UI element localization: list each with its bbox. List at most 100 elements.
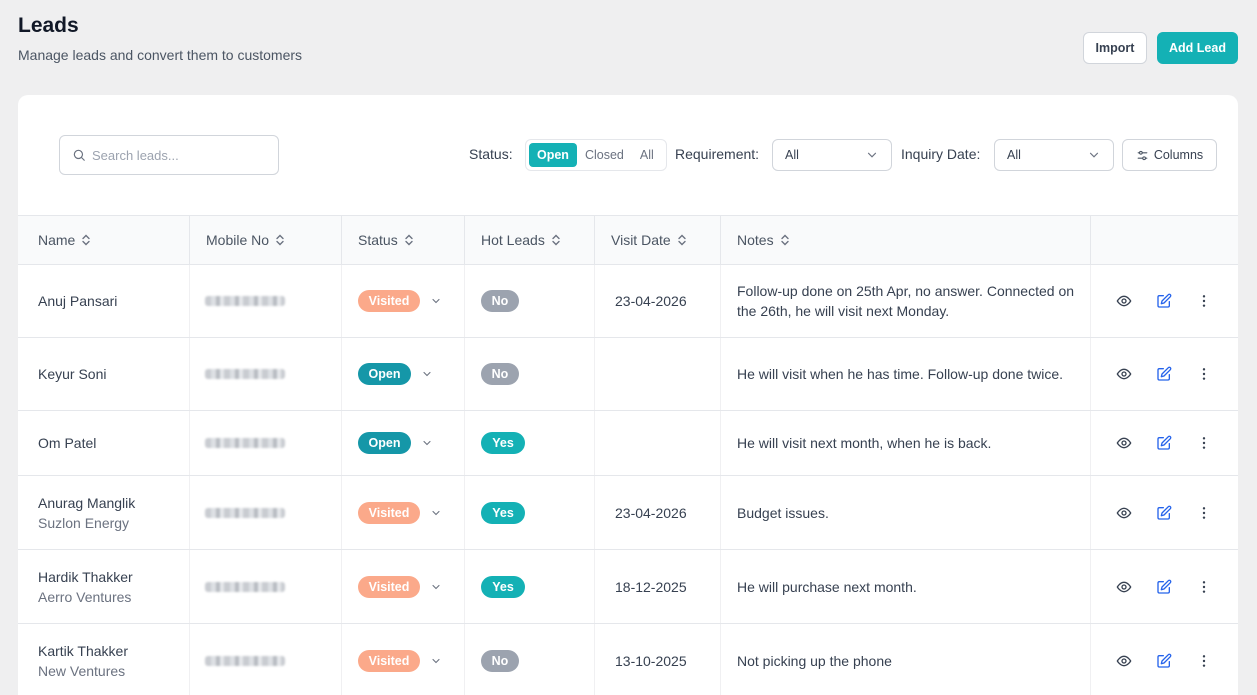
status-option-open[interactable]: Open xyxy=(529,143,577,167)
edit-icon[interactable] xyxy=(1156,653,1172,669)
status-badge: Open xyxy=(358,432,411,454)
chevron-down-icon[interactable] xyxy=(421,368,433,380)
column-header-visit-date[interactable]: Visit Date xyxy=(595,216,721,264)
status-filter-label: Status: xyxy=(469,146,513,162)
cell-visit-date: 23-04-2026 xyxy=(595,476,721,549)
cell-hot-lead: No xyxy=(465,265,595,337)
eye-icon[interactable] xyxy=(1116,293,1132,309)
cell-actions xyxy=(1091,338,1238,410)
cell-status: Visited xyxy=(342,265,465,337)
column-header-status[interactable]: Status xyxy=(342,216,465,264)
status-badge: Visited xyxy=(358,650,420,672)
cell-name: Kartik Thakker New Ventures xyxy=(18,624,190,695)
more-vertical-icon[interactable] xyxy=(1196,579,1212,595)
inquiry-date-select[interactable]: All xyxy=(994,139,1114,171)
column-header-hot-leads[interactable]: Hot Leads xyxy=(465,216,595,264)
column-header-label: Name xyxy=(38,232,76,248)
eye-icon[interactable] xyxy=(1116,505,1132,521)
lead-company: New Ventures xyxy=(38,663,126,679)
search-input[interactable] xyxy=(92,147,262,163)
columns-button[interactable]: Columns xyxy=(1122,139,1217,171)
lead-name[interactable]: Om Patel xyxy=(38,435,96,451)
status-option-closed[interactable]: Closed xyxy=(577,143,632,167)
more-vertical-icon[interactable] xyxy=(1196,653,1212,669)
table-row[interactable]: Hardik Thakker Aerro Ventures Visited Yes 18… xyxy=(18,550,1238,624)
edit-icon[interactable] xyxy=(1156,293,1172,309)
table-row[interactable]: Anurag Manglik Suzlon Energy Visited Yes 23-… xyxy=(18,476,1238,550)
eye-icon[interactable] xyxy=(1116,653,1132,669)
column-header-notes[interactable]: Notes xyxy=(721,216,1091,264)
cell-hot-lead: No xyxy=(465,624,595,695)
chevron-down-icon[interactable] xyxy=(421,437,433,449)
columns-button-label: Columns xyxy=(1153,148,1204,162)
sort-icon xyxy=(677,234,686,246)
sort-icon xyxy=(82,234,91,246)
cell-hot-lead: Yes xyxy=(465,550,595,623)
cell-notes: Budget issues. xyxy=(721,476,1091,549)
hot-lead-badge: No xyxy=(481,650,519,672)
visit-date: 13-10-2025 xyxy=(615,653,687,669)
edit-icon[interactable] xyxy=(1156,366,1172,382)
visit-date: 18-12-2025 xyxy=(615,578,687,595)
cell-hot-lead: Yes xyxy=(465,476,595,549)
eye-icon[interactable] xyxy=(1116,366,1132,382)
search-box[interactable] xyxy=(59,135,279,175)
more-vertical-icon[interactable] xyxy=(1196,505,1212,521)
lead-company: Aerro Ventures xyxy=(38,588,132,605)
column-header-label: Notes xyxy=(737,232,774,248)
eye-icon[interactable] xyxy=(1116,435,1132,451)
status-segmented-control: Open Closed All xyxy=(525,139,667,171)
cell-actions xyxy=(1091,265,1238,337)
chevron-down-icon[interactable] xyxy=(430,581,442,593)
mobile-number-redacted xyxy=(205,369,285,379)
edit-icon[interactable] xyxy=(1156,505,1172,521)
table-row[interactable]: Anuj Pansari Visited No 23-04-2026 Follow-up… xyxy=(18,265,1238,338)
more-vertical-icon[interactable] xyxy=(1196,435,1212,451)
cell-actions xyxy=(1091,550,1238,623)
edit-icon[interactable] xyxy=(1156,579,1172,595)
chevron-down-icon xyxy=(867,152,877,158)
more-vertical-icon[interactable] xyxy=(1196,293,1212,309)
table-row[interactable]: Om Patel Open Yes He will visit next month,… xyxy=(18,411,1238,476)
lead-notes: Not picking up the phone xyxy=(737,653,892,669)
lead-name[interactable]: Hardik Thakker xyxy=(38,569,133,585)
cell-status: Open xyxy=(342,411,465,475)
hot-lead-badge: No xyxy=(481,290,519,312)
hot-lead-badge: No xyxy=(481,363,519,385)
requirement-select-value: All xyxy=(785,148,799,162)
table-row[interactable]: Keyur Soni Open No He will visit when he ha… xyxy=(18,338,1238,411)
cell-visit-date: 18-12-2025 xyxy=(595,550,721,623)
lead-name[interactable]: Anurag Manglik xyxy=(38,495,135,511)
cell-notes: Not picking up the phone xyxy=(721,624,1091,695)
lead-notes: Budget issues. xyxy=(737,504,829,521)
lead-name[interactable]: Kartik Thakker xyxy=(38,643,128,659)
cell-mobile xyxy=(190,476,342,549)
cell-hot-lead: Yes xyxy=(465,411,595,475)
cell-notes: Follow-up done on 25th Apr, no answer. C… xyxy=(721,265,1091,337)
import-button[interactable]: Import xyxy=(1083,32,1147,64)
chevron-down-icon[interactable] xyxy=(430,295,442,307)
page-subtitle: Manage leads and convert them to custome… xyxy=(18,47,303,63)
more-vertical-icon[interactable] xyxy=(1196,366,1212,382)
mobile-number-redacted xyxy=(205,507,285,518)
eye-icon[interactable] xyxy=(1116,579,1132,595)
lead-notes: Follow-up done on 25th Apr, no answer. C… xyxy=(737,283,1075,319)
edit-icon[interactable] xyxy=(1156,435,1172,451)
chevron-down-icon[interactable] xyxy=(430,655,442,667)
requirement-filter-label: Requirement: xyxy=(675,146,760,162)
cell-visit-date xyxy=(595,411,721,475)
cell-actions xyxy=(1091,411,1238,475)
sort-icon xyxy=(405,234,413,246)
cell-notes: He will visit when he has time. Follow-u… xyxy=(721,338,1091,410)
lead-name[interactable]: Anuj Pansari xyxy=(38,293,117,309)
cell-actions xyxy=(1091,624,1238,695)
column-header-name[interactable]: Name xyxy=(18,216,190,264)
column-header-mobile[interactable]: Mobile No xyxy=(190,216,342,264)
lead-name[interactable]: Keyur Soni xyxy=(38,366,106,382)
table-row[interactable]: Kartik Thakker New Ventures Visited No 13-10… xyxy=(18,624,1238,695)
requirement-select[interactable]: All xyxy=(772,139,892,171)
visit-date: 23-04-2026 xyxy=(615,293,687,309)
chevron-down-icon[interactable] xyxy=(430,507,442,519)
add-lead-button[interactable]: Add Lead xyxy=(1157,32,1238,64)
status-option-all[interactable]: All xyxy=(632,143,662,167)
